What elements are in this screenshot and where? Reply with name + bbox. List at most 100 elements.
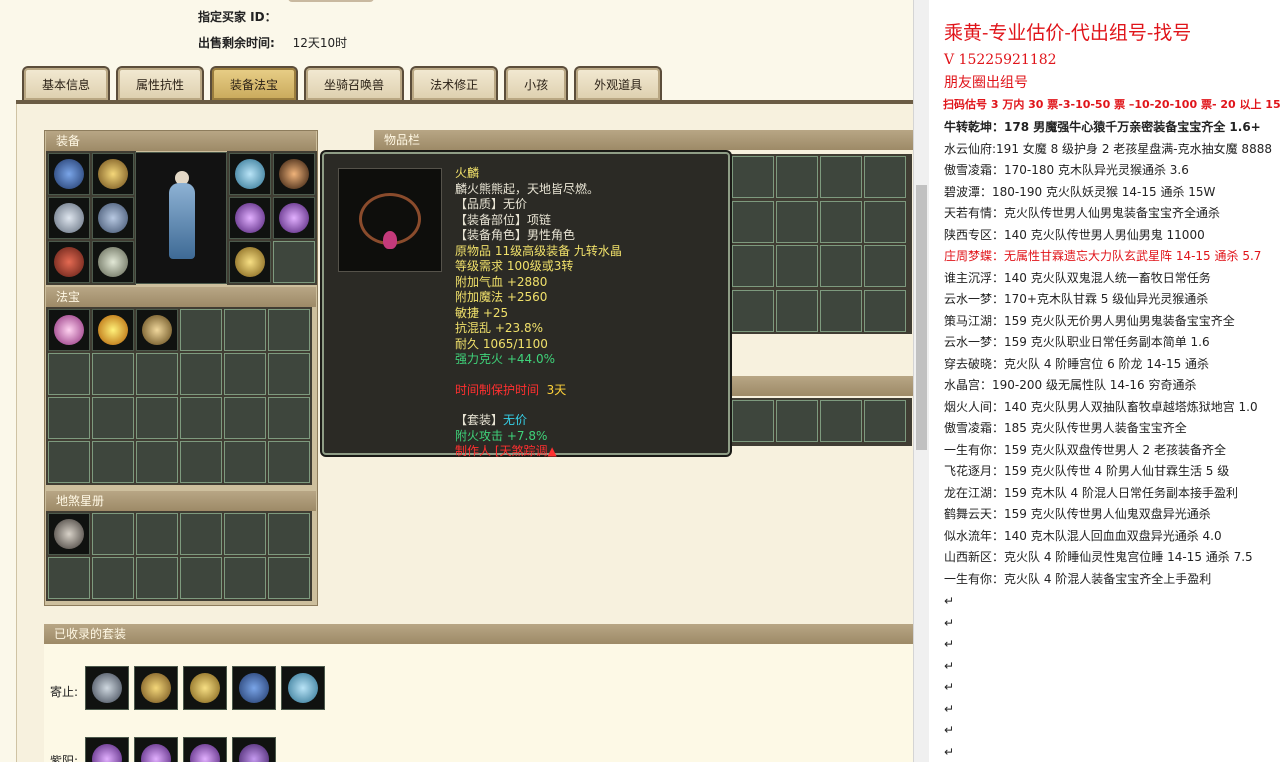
notes-line: 一生有你：159 克火队双盘传世男人 2 老孩装备齐全 bbox=[944, 442, 1226, 457]
equip-slot-armor[interactable] bbox=[48, 197, 90, 239]
scrollbar-thumb[interactable] bbox=[916, 185, 927, 450]
bag-slot[interactable] bbox=[864, 200, 906, 243]
fabao-slot[interactable] bbox=[180, 353, 222, 395]
page-scrollbar[interactable] bbox=[913, 0, 929, 762]
suit-item[interactable] bbox=[232, 666, 276, 710]
tab-mounts[interactable]: 坐骑召唤兽 bbox=[304, 66, 405, 100]
fabao-slot[interactable] bbox=[136, 309, 178, 351]
star-book-slot[interactable] bbox=[92, 513, 134, 555]
bag-slot[interactable] bbox=[864, 289, 906, 332]
fabao-slot[interactable] bbox=[48, 441, 90, 483]
star-book-slot[interactable] bbox=[136, 557, 178, 599]
fabao-slot[interactable] bbox=[92, 441, 134, 483]
fabao-slot[interactable] bbox=[180, 397, 222, 439]
star-book-slot[interactable] bbox=[224, 513, 266, 555]
suit-item[interactable] bbox=[183, 737, 227, 762]
equip-slot-robe[interactable] bbox=[92, 197, 134, 239]
equip-slot-ring-1[interactable] bbox=[229, 197, 271, 239]
suit-item[interactable] bbox=[232, 737, 276, 762]
bag-slot[interactable] bbox=[820, 200, 862, 243]
bag-slot[interactable] bbox=[776, 289, 818, 332]
notes-phone: V 15225921182 bbox=[944, 52, 1057, 68]
notes-line: 天若有情：克火队传世男人仙男鬼装备宝宝齐全通杀 bbox=[944, 206, 1221, 220]
star-book-slot[interactable] bbox=[48, 557, 90, 599]
suit-item[interactable] bbox=[183, 666, 227, 710]
suit-item[interactable] bbox=[85, 666, 129, 710]
star-book-slot[interactable] bbox=[180, 513, 222, 555]
paragraph-mark-icon: ↵ bbox=[944, 701, 955, 716]
fabao-slot[interactable] bbox=[224, 397, 266, 439]
fabao-slot[interactable] bbox=[136, 397, 178, 439]
equip-slot-necklace[interactable] bbox=[273, 153, 315, 195]
fabao-slot[interactable] bbox=[224, 309, 266, 351]
bag-slot[interactable] bbox=[820, 289, 862, 332]
fabao-slot[interactable] bbox=[48, 397, 90, 439]
equip-slot-bracelet[interactable] bbox=[229, 241, 271, 283]
star-book-slot[interactable] bbox=[180, 557, 222, 599]
bag-slot[interactable] bbox=[732, 289, 774, 332]
bag-slot[interactable] bbox=[732, 156, 774, 198]
bag-slot[interactable] bbox=[820, 156, 862, 198]
equip-slot-helmet[interactable] bbox=[48, 153, 90, 195]
star-book-grid bbox=[46, 511, 312, 601]
tab-equipment[interactable]: 装备法宝 bbox=[210, 66, 299, 100]
fabao-slot[interactable] bbox=[92, 309, 134, 351]
top-button[interactable] bbox=[288, 0, 374, 2]
star-book-slot[interactable] bbox=[136, 513, 178, 555]
bag-slot[interactable] bbox=[820, 245, 862, 287]
fabao-slot[interactable] bbox=[268, 309, 310, 351]
equip-slot-mask[interactable] bbox=[229, 153, 271, 195]
notes-line: 傲雪凌霜：170-180 克木队异光灵猴通杀 3.6 bbox=[944, 163, 1189, 177]
fabao-slot[interactable] bbox=[136, 353, 178, 395]
tab-child[interactable]: 小孩 bbox=[504, 66, 569, 100]
tab-spells[interactable]: 法术修正 bbox=[410, 66, 499, 100]
fabao-slot[interactable] bbox=[224, 441, 266, 483]
tab-attributes[interactable]: 属性抗性 bbox=[116, 66, 205, 100]
equip-slots-left bbox=[46, 151, 136, 285]
collected-suits-title: 已收录的套装 bbox=[44, 624, 913, 644]
star-book-slot[interactable] bbox=[224, 557, 266, 599]
equip-slot-ring-2[interactable] bbox=[273, 197, 315, 239]
paragraph-mark-icon: ↵ bbox=[944, 744, 955, 759]
equip-slots-right bbox=[227, 151, 317, 285]
fabao-slot[interactable] bbox=[224, 353, 266, 395]
fabao-slot[interactable] bbox=[268, 353, 310, 395]
bag-slot[interactable] bbox=[776, 245, 818, 287]
item-level: 等级需求 100级或3转 bbox=[455, 259, 574, 273]
bag-slot[interactable] bbox=[820, 400, 862, 442]
tab-basic-info[interactable]: 基本信息 bbox=[22, 66, 111, 100]
equip-slot-boots[interactable] bbox=[92, 241, 134, 283]
bag-slot[interactable] bbox=[776, 400, 818, 442]
star-book-slot[interactable] bbox=[92, 557, 134, 599]
fabao-slot[interactable] bbox=[92, 353, 134, 395]
fabao-slot[interactable] bbox=[180, 441, 222, 483]
ring-icon bbox=[279, 203, 309, 233]
equip-slot-empty[interactable] bbox=[273, 241, 315, 283]
bag-slot[interactable] bbox=[864, 245, 906, 287]
equip-slot-weapon[interactable] bbox=[92, 153, 134, 195]
equip-slot-belt[interactable] bbox=[48, 241, 90, 283]
suit-item[interactable] bbox=[281, 666, 325, 710]
warrior-portrait-icon bbox=[54, 519, 84, 549]
fabao-slot[interactable] bbox=[180, 309, 222, 351]
star-book-slot[interactable] bbox=[268, 513, 310, 555]
fabao-slot[interactable] bbox=[136, 441, 178, 483]
bag-slot[interactable] bbox=[776, 156, 818, 198]
fabao-slot[interactable] bbox=[92, 397, 134, 439]
bag-slot[interactable] bbox=[732, 245, 774, 287]
tab-appearance[interactable]: 外观道具 bbox=[574, 66, 663, 100]
star-book-slot[interactable] bbox=[268, 557, 310, 599]
fabao-slot[interactable] bbox=[48, 353, 90, 395]
suit-item[interactable] bbox=[134, 737, 178, 762]
fabao-slot[interactable] bbox=[48, 309, 90, 351]
star-book-slot[interactable] bbox=[48, 513, 90, 555]
bag-slot[interactable] bbox=[732, 200, 774, 243]
fabao-slot[interactable] bbox=[268, 397, 310, 439]
suit-item[interactable] bbox=[85, 737, 129, 762]
suit-item[interactable] bbox=[134, 666, 178, 710]
fabao-slot[interactable] bbox=[268, 441, 310, 483]
bag-slot[interactable] bbox=[864, 156, 906, 198]
bag-slot[interactable] bbox=[864, 400, 906, 442]
bag-slot[interactable] bbox=[732, 400, 774, 442]
bag-slot[interactable] bbox=[776, 200, 818, 243]
